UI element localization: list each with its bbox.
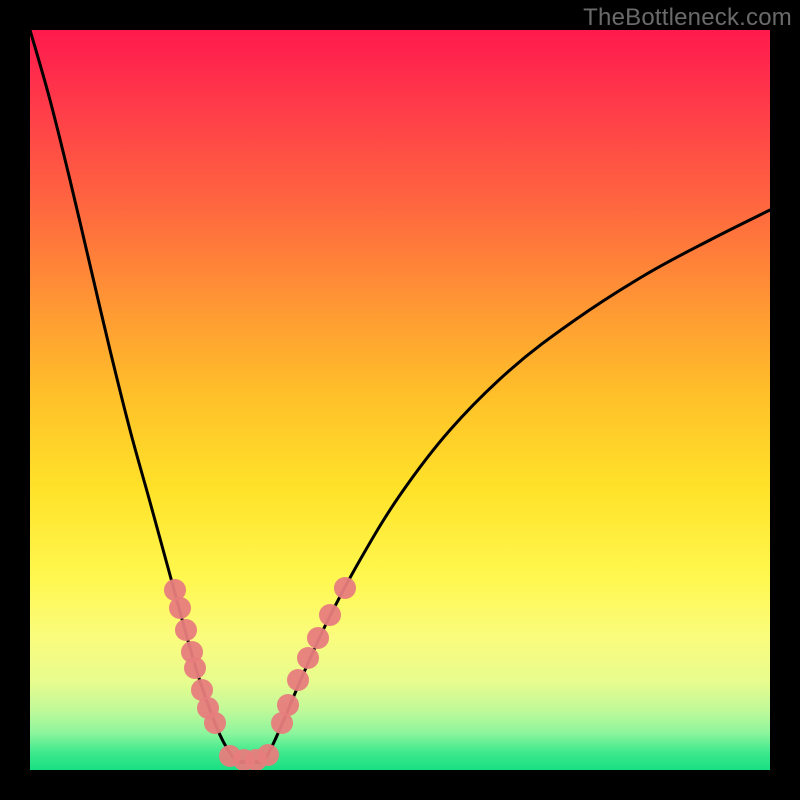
marker-left [169,597,191,619]
plot-area [30,30,770,770]
marker-left [175,619,197,641]
marker-right [334,577,356,599]
marker-right [277,694,299,716]
curve-layer [30,30,770,770]
bottleneck-curve [30,30,770,762]
chart-frame: TheBottleneck.com [0,0,800,800]
marker-right [297,647,319,669]
marker-right [319,604,341,626]
scatter-markers [164,577,356,770]
marker-right [307,627,329,649]
curve-left-branch [30,30,235,760]
marker-left [204,712,226,734]
curve-right-branch [265,210,770,760]
marker-bottom [257,744,279,766]
watermark-text: TheBottleneck.com [583,4,792,32]
marker-left [184,657,206,679]
marker-right [287,669,309,691]
